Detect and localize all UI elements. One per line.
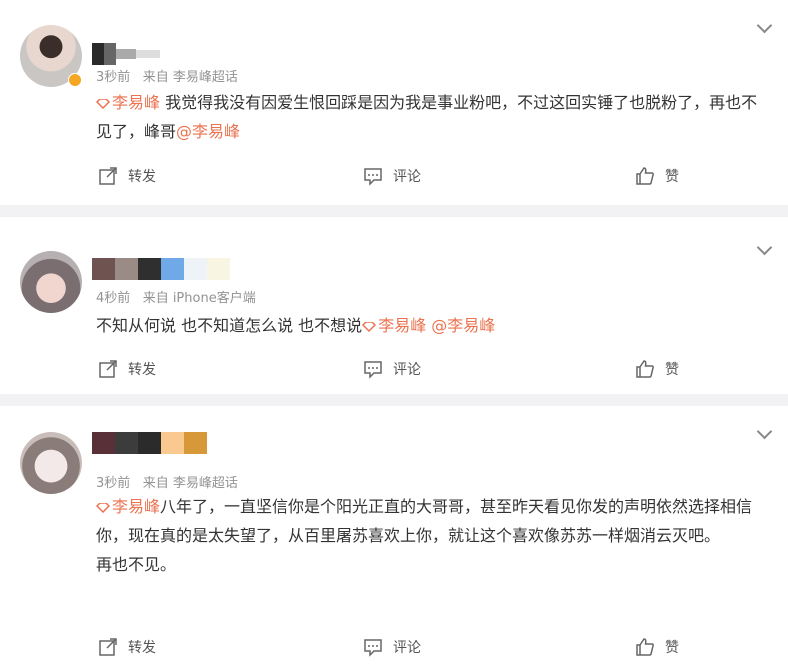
action-bar: 转发 评论 赞 [0, 637, 788, 665]
post-text: 李易峰 我觉得我没有因爱生恨回踩是因为我是事业粉吧，不过这回实锤了也脱粉了，再也… [96, 93, 758, 141]
mention-link[interactable]: @李易峰 [176, 122, 240, 141]
repost-label: 转发 [128, 362, 156, 378]
divider [0, 205, 788, 217]
comment-button[interactable]: 评论 [363, 166, 421, 186]
username-blurred[interactable] [92, 43, 160, 65]
avatar[interactable] [20, 251, 82, 313]
comment-card: 4秒前 来自 iPhone客户端 不知从何说 也不知道怎么说 也不想说 李易峰 @… [0, 217, 788, 394]
repost-icon [99, 638, 117, 656]
repost-label: 转发 [128, 169, 156, 185]
post-text: 李易峰八年了，一直坚信你是个阳光正直的大哥哥，甚至昨天看见你发的声明依然选择相信… [96, 497, 753, 574]
repost-label: 转发 [128, 640, 156, 656]
action-bar: 转发 评论 赞 [0, 359, 788, 387]
like-label: 赞 [665, 169, 679, 185]
post-source[interactable]: 来自 李易峰超话 [143, 476, 238, 491]
chevron-down-icon[interactable] [756, 239, 773, 256]
post-text: 不知从何说 也不知道怎么说 也不想说 李易峰 @李易峰 [96, 316, 496, 335]
chevron-down-icon[interactable] [756, 17, 773, 34]
avatar[interactable] [20, 432, 82, 494]
like-button[interactable]: 赞 [635, 359, 679, 379]
comment-label: 评论 [393, 640, 421, 656]
like-button[interactable]: 赞 [635, 637, 679, 657]
chevron-down-icon[interactable] [756, 423, 773, 440]
comment-button[interactable]: 评论 [363, 637, 421, 657]
divider [0, 394, 788, 406]
repost-button[interactable]: 转发 [98, 637, 156, 657]
like-label: 赞 [665, 362, 679, 378]
username-blurred[interactable] [92, 258, 230, 280]
supertopic-link[interactable]: 李易峰 [96, 93, 160, 112]
supertopic-link[interactable]: 李易峰 [362, 316, 426, 335]
post-meta: 4秒前 来自 iPhone客户端 [96, 287, 256, 306]
supertopic-link[interactable]: 李易峰 [96, 497, 160, 516]
comment-card: 3秒前 来自 李易峰超话 李易峰 我觉得我没有因爱生恨回踩是因为我是事业粉吧，不… [0, 0, 788, 205]
verified-badge-icon [68, 73, 82, 87]
repost-button[interactable]: 转发 [98, 166, 156, 186]
comment-label: 评论 [393, 169, 421, 185]
post-time: 3秒前 [96, 70, 131, 85]
repost-icon [99, 167, 117, 185]
repost-icon [99, 360, 117, 378]
mention-link[interactable]: @李易峰 [426, 316, 495, 335]
like-icon [636, 167, 654, 185]
comment-button[interactable]: 评论 [363, 359, 421, 379]
post-text-closing: 再也不见。 [96, 555, 177, 574]
post-meta: 3秒前 来自 李易峰超话 [96, 472, 238, 491]
repost-button[interactable]: 转发 [98, 359, 156, 379]
comment-card: 3秒前 来自 李易峰超话 李易峰八年了，一直坚信你是个阳光正直的大哥哥，甚至昨天… [0, 406, 788, 670]
post-time: 4秒前 [96, 291, 131, 306]
post-source[interactable]: 来自 李易峰超话 [143, 70, 238, 85]
comment-icon [364, 361, 382, 379]
post-meta: 3秒前 来自 李易峰超话 [96, 66, 238, 85]
like-icon [636, 360, 654, 378]
post-source[interactable]: 来自 iPhone客户端 [143, 291, 256, 306]
supertopic-tag-icon [362, 321, 377, 332]
comment-label: 评论 [393, 362, 421, 378]
comment-icon [364, 168, 382, 186]
comment-icon [364, 639, 382, 657]
like-icon [636, 638, 654, 656]
supertopic-tag-icon [96, 502, 110, 513]
supertopic-tag-icon [96, 98, 110, 109]
like-label: 赞 [665, 640, 679, 656]
post-time: 3秒前 [96, 476, 131, 491]
action-bar: 转发 评论 赞 [0, 166, 788, 194]
username-blurred[interactable] [92, 432, 207, 454]
like-button[interactable]: 赞 [635, 166, 679, 186]
